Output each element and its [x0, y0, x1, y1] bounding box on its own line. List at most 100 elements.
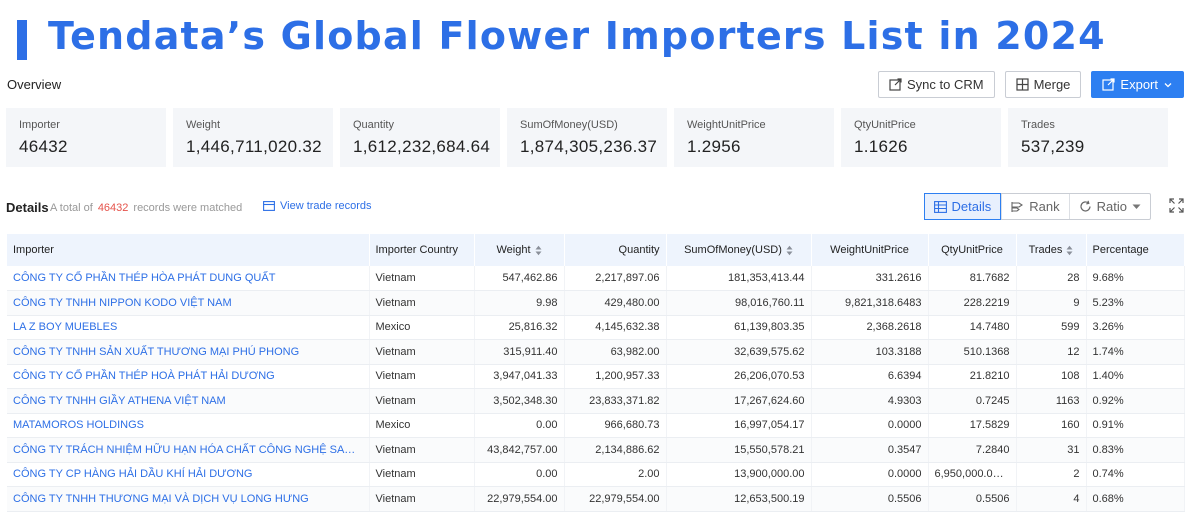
- total-count: 46432: [97, 202, 129, 214]
- table-row[interactable]: CÔNG TY CP HÀNG HẢI DẦU KHÍ HẢI DƯƠNG Vie…: [7, 462, 1185, 487]
- tab-details[interactable]: Details: [923, 193, 1002, 220]
- stat-card-importer: Importer 46432: [6, 108, 166, 167]
- records-matched-text: A total of 46432 records were matched: [50, 202, 242, 214]
- cell-trades: 599: [1016, 315, 1087, 340]
- column-header-importer: Importer: [7, 234, 370, 266]
- table-row[interactable]: MATAMOROS HOLDINGS Mexico 0.00 966,680.73 16…: [7, 413, 1185, 438]
- cell-weight: 0.00: [474, 462, 565, 487]
- rank-icon: [1011, 201, 1024, 212]
- table-row[interactable]: CÔNG TY TNHH THƯƠNG MẠI VÀ DỊCH VỤ LONG …: [7, 486, 1185, 512]
- cell-percentage: 0.83%: [1086, 437, 1185, 463]
- view-trade-records-link[interactable]: View trade records: [263, 200, 372, 212]
- cell-country: Vietnam: [369, 290, 475, 316]
- column-header-label: Trades: [1028, 244, 1063, 256]
- cell-quantity: 966,680.73: [564, 413, 667, 438]
- importers-table: Importer Importer Country Weight Quantit…: [7, 234, 1185, 512]
- cell-country: Vietnam: [369, 462, 475, 487]
- column-header-quantity: Quantity: [564, 234, 667, 266]
- banner-accent-bar: [17, 20, 27, 60]
- stat-value: 1.2956: [687, 137, 741, 156]
- cell-weight-unit-price: 0.3547: [811, 437, 929, 463]
- merge-button[interactable]: Merge: [1004, 71, 1082, 98]
- importer-link[interactable]: CÔNG TY TNHH SẢN XUẤT THƯƠNG MẠI PHÚ PHO…: [7, 339, 370, 365]
- sync-to-crm-button[interactable]: Sync to CRM: [877, 71, 995, 98]
- cell-quantity: 1,200,957.33: [564, 364, 667, 389]
- tab-rank-label: Rank: [1029, 199, 1060, 214]
- cell-trades: 2: [1016, 462, 1087, 487]
- stat-value: 1,874,305,236.37: [520, 137, 658, 156]
- importer-link[interactable]: CÔNG TY CP HÀNG HẢI DẦU KHÍ HẢI DƯƠNG: [7, 462, 370, 487]
- cell-weight-unit-price: 331.2616: [811, 266, 929, 291]
- stat-label: Quantity: [353, 119, 394, 131]
- cell-sum-of-money: 32,639,575.62: [666, 339, 812, 365]
- table-row[interactable]: CÔNG TY CỔ PHẦN THÉP HÒA PHÁT DUNG QUẤT V…: [7, 266, 1185, 291]
- importer-link[interactable]: MATAMOROS HOLDINGS: [7, 413, 370, 438]
- merge-icon: [1015, 78, 1029, 91]
- table-row[interactable]: CÔNG TY TNHH GIẦY ATHENA VIỆT NAM Vietnam…: [7, 388, 1185, 414]
- cell-sum-of-money: 98,016,760.11: [666, 290, 812, 316]
- cell-sum-of-money: 13,900,000.00: [666, 462, 812, 487]
- cell-trades: 12: [1016, 339, 1087, 365]
- cell-percentage: 0.68%: [1086, 486, 1185, 512]
- column-header-label: WeightUnitPrice: [830, 244, 909, 256]
- stat-card-qty-unit-price: QtyUnitPrice 1.1626: [841, 108, 1001, 167]
- details-header: Details A total of 46432 records were matc…: [6, 193, 1184, 221]
- cell-country: Vietnam: [369, 364, 475, 389]
- cell-percentage: 1.40%: [1086, 364, 1185, 389]
- importer-link[interactable]: CÔNG TY TNHH GIẦY ATHENA VIỆT NAM: [7, 388, 370, 414]
- banner: Tendata’s Global Flower Importers List i…: [0, 0, 1190, 68]
- chevron-down-icon: [1164, 82, 1172, 87]
- cell-quantity: 23,833,371.82: [564, 388, 667, 414]
- table-header-row: Importer Importer Country Weight Quantit…: [7, 234, 1185, 266]
- sort-icon: [535, 245, 542, 255]
- column-header-label: Percentage: [1092, 244, 1149, 256]
- cell-weight: 3,502,348.30: [474, 388, 565, 414]
- stat-value: 1.1626: [854, 137, 908, 156]
- column-header-trades[interactable]: Trades: [1016, 234, 1087, 266]
- importer-link[interactable]: CÔNG TY TNHH THƯƠNG MẠI VÀ DỊCH VỤ LONG …: [7, 486, 370, 512]
- column-header-sum-of-money[interactable]: SumOfMoney(USD): [666, 234, 812, 266]
- stat-card-trades: Trades 537,239: [1008, 108, 1168, 167]
- column-header-label: SumOfMoney(USD): [684, 244, 782, 256]
- tab-rank[interactable]: Rank: [1001, 194, 1068, 219]
- cell-quantity: 4,145,632.38: [564, 315, 667, 340]
- stat-value: 1,446,711,020.32: [186, 137, 322, 156]
- cell-quantity: 429,480.00: [564, 290, 667, 316]
- cell-percentage: 3.26%: [1086, 315, 1185, 340]
- table-row[interactable]: CÔNG TY TNHH SẢN XUẤT THƯƠNG MẠI PHÚ PHO…: [7, 339, 1185, 365]
- cell-trades: 9: [1016, 290, 1087, 316]
- importer-link[interactable]: CÔNG TY TNHH NIPPON KODO VIỆT NAM: [7, 290, 370, 316]
- tab-ratio[interactable]: Ratio: [1068, 194, 1150, 219]
- sort-icon: [1066, 245, 1073, 255]
- cell-trades: 160: [1016, 413, 1087, 438]
- table-row[interactable]: CÔNG TY TRÁCH NHIỆM HỮU HẠN HÓA CHẤT CÔN…: [7, 437, 1185, 463]
- export-button[interactable]: Export: [1091, 71, 1184, 98]
- cell-weight: 22,979,554.00: [474, 486, 565, 512]
- table-body: CÔNG TY CỔ PHẦN THÉP HÒA PHÁT DUNG QUẤT V…: [7, 266, 1185, 512]
- overview-stats: Importer 46432 Weight 1,446,711,020.32 Qua…: [6, 108, 1168, 167]
- cell-country: Vietnam: [369, 339, 475, 365]
- details-title: Details: [6, 200, 49, 215]
- column-header-label: Quantity: [618, 244, 660, 256]
- cell-sum-of-money: 181,353,413.44: [666, 266, 812, 291]
- importer-link[interactable]: CÔNG TY CỔ PHẦN THÉP HÒA PHÁT DUNG QUẤT: [7, 266, 370, 291]
- column-header-percentage: Percentage: [1086, 234, 1185, 266]
- importer-link[interactable]: LA Z BOY MUEBLES: [7, 315, 370, 340]
- cell-qty-unit-price: 81.7682: [928, 266, 1017, 291]
- column-header-weight[interactable]: Weight: [474, 234, 565, 266]
- importer-link[interactable]: CÔNG TY CỔ PHẦN THÉP HOÀ PHÁT HẢI DƯƠNG: [7, 364, 370, 389]
- stat-card-weight-unit-price: WeightUnitPrice 1.2956: [674, 108, 834, 167]
- table-row[interactable]: CÔNG TY CỔ PHẦN THÉP HOÀ PHÁT HẢI DƯƠNG V…: [7, 364, 1185, 389]
- cell-qty-unit-price: 228.2219: [928, 290, 1017, 316]
- importer-link[interactable]: CÔNG TY TRÁCH NHIỆM HỮU HẠN HÓA CHẤT CÔN…: [7, 437, 370, 463]
- edit-export-icon: [889, 78, 902, 91]
- table-icon: [933, 200, 947, 213]
- cell-trades: 108: [1016, 364, 1087, 389]
- cell-percentage: 5.23%: [1086, 290, 1185, 316]
- cell-weight-unit-price: 2,368.2618: [811, 315, 929, 340]
- cell-weight-unit-price: 0.0000: [811, 462, 929, 487]
- cell-weight-unit-price: 4.9303: [811, 388, 929, 414]
- table-row[interactable]: LA Z BOY MUEBLES Mexico 25,816.32 4,145,632…: [7, 315, 1185, 340]
- table-row[interactable]: CÔNG TY TNHH NIPPON KODO VIỆT NAM Vietnam…: [7, 290, 1185, 316]
- fullscreen-button[interactable]: [1169, 198, 1184, 218]
